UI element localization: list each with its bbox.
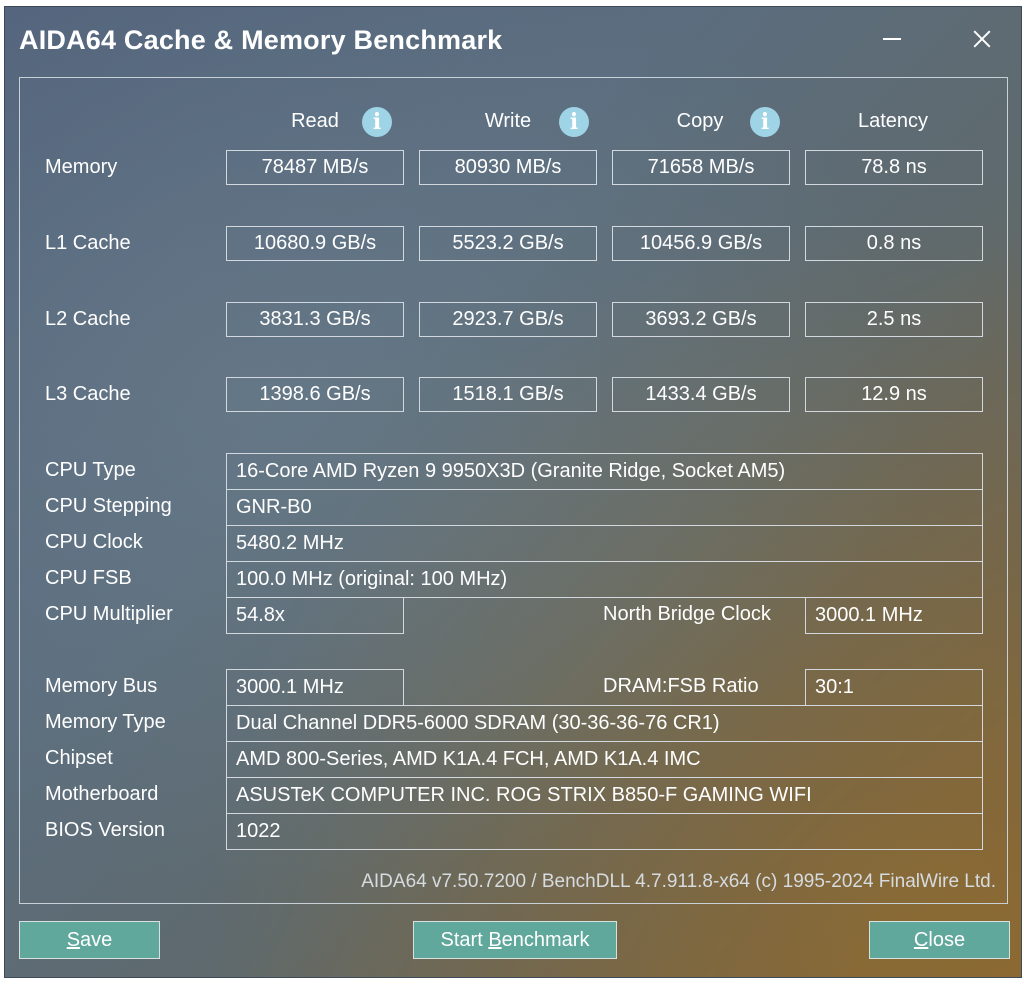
close-button[interactable]: Close (869, 921, 1010, 959)
l1-write-value: 5523.2 GB/s (419, 226, 597, 261)
memory-type-label: Memory Type (45, 711, 166, 733)
start-label-prefix: Start (440, 929, 489, 951)
l3-copy-value: 1433.4 GB/s (612, 377, 790, 412)
cpu-type-value: 16-Core AMD Ryzen 9 9950X3D (Granite Rid… (226, 453, 983, 490)
l3-write-value: 1518.1 GB/s (419, 377, 597, 412)
save-label: ave (80, 929, 113, 951)
row-label-memory: Memory (45, 156, 118, 178)
l1-copy-value: 10456.9 GB/s (612, 226, 790, 261)
memory-read-value: 78487 MB/s (226, 150, 404, 185)
memory-copy-value: 71658 MB/s (612, 150, 790, 185)
info-icon[interactable]: i (750, 107, 780, 137)
row-label-l3-cache: L3 Cache (45, 383, 131, 405)
close-mnemonic: C (913, 929, 929, 951)
l2-write-value: 2923.7 GB/s (419, 302, 597, 337)
start-benchmark-button[interactable]: Start Benchmark (413, 921, 617, 959)
bios-version-value: 1022 (226, 813, 983, 850)
north-bridge-clock-value: 3000.1 MHz (805, 597, 983, 634)
l1-latency-value: 0.8 ns (805, 226, 983, 261)
bios-version-label: BIOS Version (45, 819, 166, 841)
north-bridge-clock-label: North Bridge Clock (603, 603, 771, 625)
cpu-stepping-value: GNR-B0 (226, 489, 983, 526)
start-label: enchmark (501, 929, 590, 951)
memory-type-value: Dual Channel DDR5-6000 SDRAM (30-36-36-7… (226, 705, 983, 742)
benchmark-window: AIDA64 Cache & Memory Benchmark Read i W… (4, 6, 1022, 978)
chipset-value: AMD 800-Series, AMD K1A.4 FCH, AMD K1A.4… (226, 741, 983, 778)
close-label: lose (928, 929, 966, 951)
cpu-fsb-label: CPU FSB (45, 567, 132, 589)
start-mnemonic: B (488, 929, 502, 951)
chipset-label: Chipset (45, 747, 113, 769)
memory-bus-label: Memory Bus (45, 675, 158, 697)
l2-read-value: 3831.3 GB/s (226, 302, 404, 337)
l2-copy-value: 3693.2 GB/s (612, 302, 790, 337)
cpu-stepping-label: CPU Stepping (45, 495, 172, 517)
cpu-multiplier-value: 54.8x (226, 597, 404, 634)
title-bar[interactable]: AIDA64 Cache & Memory Benchmark (5, 7, 1021, 73)
cpu-type-label: CPU Type (45, 459, 136, 481)
l1-read-value: 10680.9 GB/s (226, 226, 404, 261)
window-title: AIDA64 Cache & Memory Benchmark (19, 25, 503, 55)
save-button[interactable]: Save (19, 921, 160, 959)
info-icon[interactable]: i (362, 107, 392, 137)
memory-latency-value: 78.8 ns (805, 150, 983, 185)
motherboard-label: Motherboard (45, 783, 159, 805)
results-panel: Read i Write i Copy i Latency Memory 784… (19, 77, 1008, 904)
cpu-multiplier-label: CPU Multiplier (45, 603, 173, 625)
column-header-latency: Latency (857, 110, 929, 132)
memory-write-value: 80930 MB/s (419, 150, 597, 185)
dram-fsb-ratio-label: DRAM:FSB Ratio (603, 675, 759, 697)
cpu-clock-label: CPU Clock (45, 531, 143, 553)
row-label-l1-cache: L1 Cache (45, 232, 131, 254)
cpu-fsb-value: 100.0 MHz (original: 100 MHz) (226, 561, 983, 598)
save-mnemonic: S (66, 929, 81, 951)
l3-read-value: 1398.6 GB/s (226, 377, 404, 412)
l2-latency-value: 2.5 ns (805, 302, 983, 337)
version-info: AIDA64 v7.50.7200 / BenchDLL 4.7.911.8-x… (361, 871, 996, 892)
row-label-l2-cache: L2 Cache (45, 308, 131, 330)
motherboard-value: ASUSTeK COMPUTER INC. ROG STRIX B850-F G… (226, 777, 983, 814)
memory-bus-value: 3000.1 MHz (226, 669, 404, 706)
l3-latency-value: 12.9 ns (805, 377, 983, 412)
info-icon[interactable]: i (559, 107, 589, 137)
close-icon[interactable] (961, 21, 1001, 57)
minimize-icon[interactable] (873, 21, 913, 57)
cpu-clock-value: 5480.2 MHz (226, 525, 983, 562)
dram-fsb-ratio-value: 30:1 (805, 669, 983, 706)
